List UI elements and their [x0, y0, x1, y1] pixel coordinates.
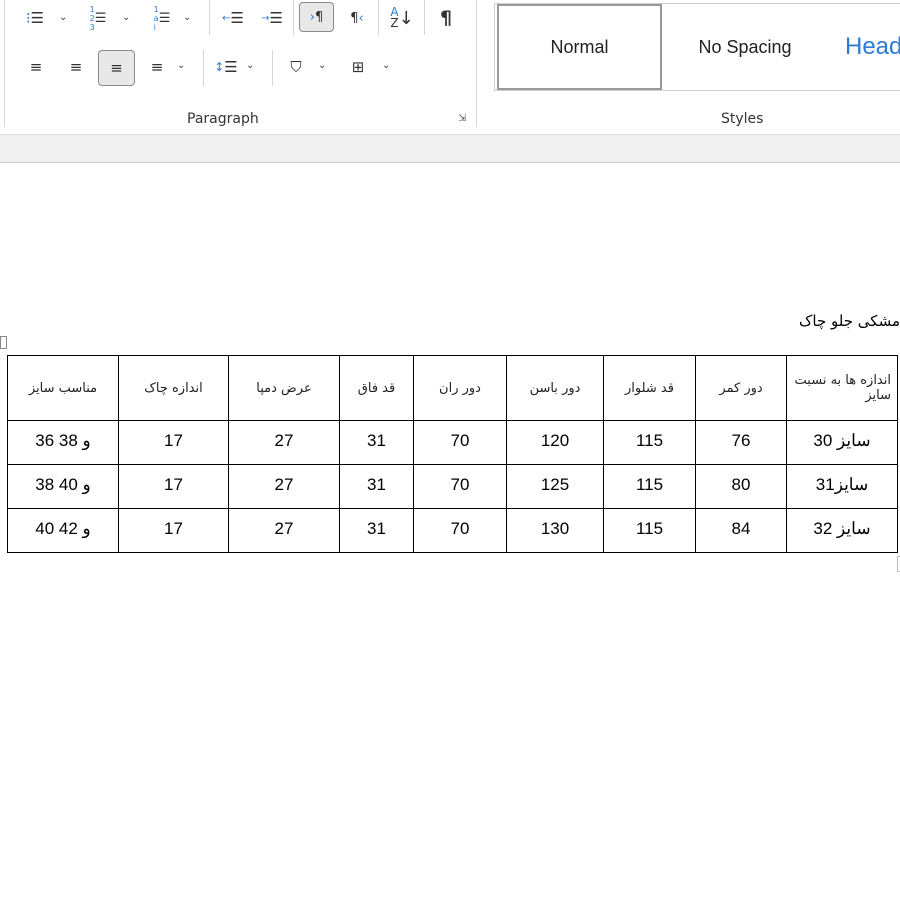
align-left-icon[interactable]: ≡ — [22, 52, 50, 82]
table-cell[interactable]: 36 و 38 — [7, 420, 119, 465]
table-cell[interactable]: 17 — [118, 420, 229, 465]
document-title: مشکی جلو چاک — [799, 312, 900, 330]
table-cell[interactable]: 31 — [339, 420, 414, 465]
table-cell[interactable]: 38 و 40 — [7, 464, 119, 509]
styles-group-label: Styles — [721, 111, 764, 127]
sort-icon[interactable]: A Z ↓ — [386, 3, 418, 33]
dialog-launcher-icon[interactable]: ⇲ — [458, 113, 466, 124]
chevron-down-icon[interactable]: ⌄ — [382, 60, 390, 71]
table-header-row: اندازه ها به نسبت سایز دور کمر قد شلوار … — [7, 355, 898, 421]
bullets-icon[interactable]: ⁝ ☰ — [22, 3, 48, 33]
chevron-down-icon[interactable]: ⌄ — [246, 60, 254, 71]
decrease-indent-icon[interactable]: ← ☰ — [220, 3, 246, 33]
style-no-spacing[interactable]: No Spacing — [665, 4, 825, 90]
chevron-down-icon[interactable]: ⌄ — [318, 60, 326, 71]
multilevel-list-icon[interactable]: 1 a i ☰ — [148, 3, 176, 33]
table-cell[interactable]: سایز 30 — [786, 420, 898, 465]
table-cell[interactable]: 76 — [695, 420, 787, 465]
table-cell[interactable]: 125 — [506, 464, 604, 509]
numbering-icon[interactable]: 1 2 3 ☰ — [84, 3, 112, 33]
header-cell: اندازه ها به نسبت سایز — [786, 355, 898, 421]
chevron-down-icon[interactable]: ⌄ — [59, 12, 67, 23]
chevron-down-icon[interactable]: ⌄ — [122, 12, 130, 23]
table-cell[interactable]: سایز31 — [786, 464, 898, 509]
styles-gallery: Normal No Spacing Head — [494, 3, 900, 91]
style-normal[interactable]: Normal — [497, 4, 662, 90]
table-cell[interactable]: 130 — [506, 508, 604, 553]
table-row: سایز 32 84 115 130 70 31 27 17 40 و 42 — [7, 508, 898, 553]
center-icon[interactable]: ≡ — [62, 52, 90, 82]
table-cell[interactable]: 70 — [413, 508, 507, 553]
header-cell: قد فاق — [339, 355, 414, 421]
table-cell[interactable]: 17 — [118, 508, 229, 553]
paragraph-group-label: Paragraph — [187, 111, 259, 127]
shading-icon[interactable]: ⛉ — [282, 52, 310, 82]
table-cell[interactable]: 31 — [339, 508, 414, 553]
table-cell[interactable]: 17 — [118, 464, 229, 509]
table-cell[interactable]: 40 و 42 — [7, 508, 119, 553]
table-row: سایز 30 76 115 120 70 31 27 17 36 و 38 — [7, 420, 898, 465]
table-cell[interactable]: سایز 32 — [786, 508, 898, 553]
ltr-paragraph-icon[interactable]: › ¶ — [299, 2, 334, 32]
table-row: سایز31 80 115 125 70 31 27 17 38 و 40 — [7, 464, 898, 509]
table-cell[interactable]: 27 — [228, 420, 340, 465]
table-cell[interactable]: 70 — [413, 464, 507, 509]
table-cell[interactable]: 80 — [695, 464, 787, 509]
style-heading[interactable]: Head — [835, 4, 900, 90]
table-move-handle[interactable] — [0, 336, 7, 349]
table-cell[interactable]: 27 — [228, 508, 340, 553]
header-cell: اندازه چاک — [118, 355, 229, 421]
ribbon-bottom-band — [0, 135, 900, 163]
table-cell[interactable]: 115 — [603, 508, 696, 553]
header-cell: دور ران — [413, 355, 507, 421]
show-formatting-icon[interactable]: ¶ — [433, 3, 459, 33]
table-cell[interactable]: 31 — [339, 464, 414, 509]
header-cell: مناسب سایز — [7, 355, 119, 421]
table-cell[interactable]: 70 — [413, 420, 507, 465]
align-right-icon[interactable]: ≡ — [98, 50, 135, 86]
rtl-paragraph-icon[interactable]: ¶ ‹ — [344, 3, 370, 33]
header-cell: دور کمر — [695, 355, 787, 421]
table-cell[interactable]: 115 — [603, 420, 696, 465]
line-spacing-icon[interactable]: ↕ ☰ — [211, 52, 241, 82]
table-cell[interactable]: 115 — [603, 464, 696, 509]
header-cell: دور باسن — [506, 355, 604, 421]
increase-indent-icon[interactable]: → ☰ — [259, 3, 285, 33]
table-cell[interactable]: 27 — [228, 464, 340, 509]
table-cell[interactable]: 120 — [506, 420, 604, 465]
size-table: اندازه ها به نسبت سایز دور کمر قد شلوار … — [7, 355, 898, 553]
justify-icon[interactable]: ≡ — [143, 52, 171, 82]
header-cell: عرض دمپا — [228, 355, 340, 421]
borders-icon[interactable]: ⊞ — [344, 52, 372, 82]
chevron-down-icon[interactable]: ⌄ — [177, 60, 185, 71]
header-cell: قد شلوار — [603, 355, 696, 421]
chevron-down-icon[interactable]: ⌄ — [183, 12, 191, 23]
ribbon: ⁝ ☰ ⌄ 1 2 3 ☰ ⌄ 1 a i ☰ ⌄ ← ☰ → ☰ › ¶ ¶ ‹ A Z ↓ ¶ ≡ ≡… — [0, 0, 900, 135]
table-cell[interactable]: 84 — [695, 508, 787, 553]
